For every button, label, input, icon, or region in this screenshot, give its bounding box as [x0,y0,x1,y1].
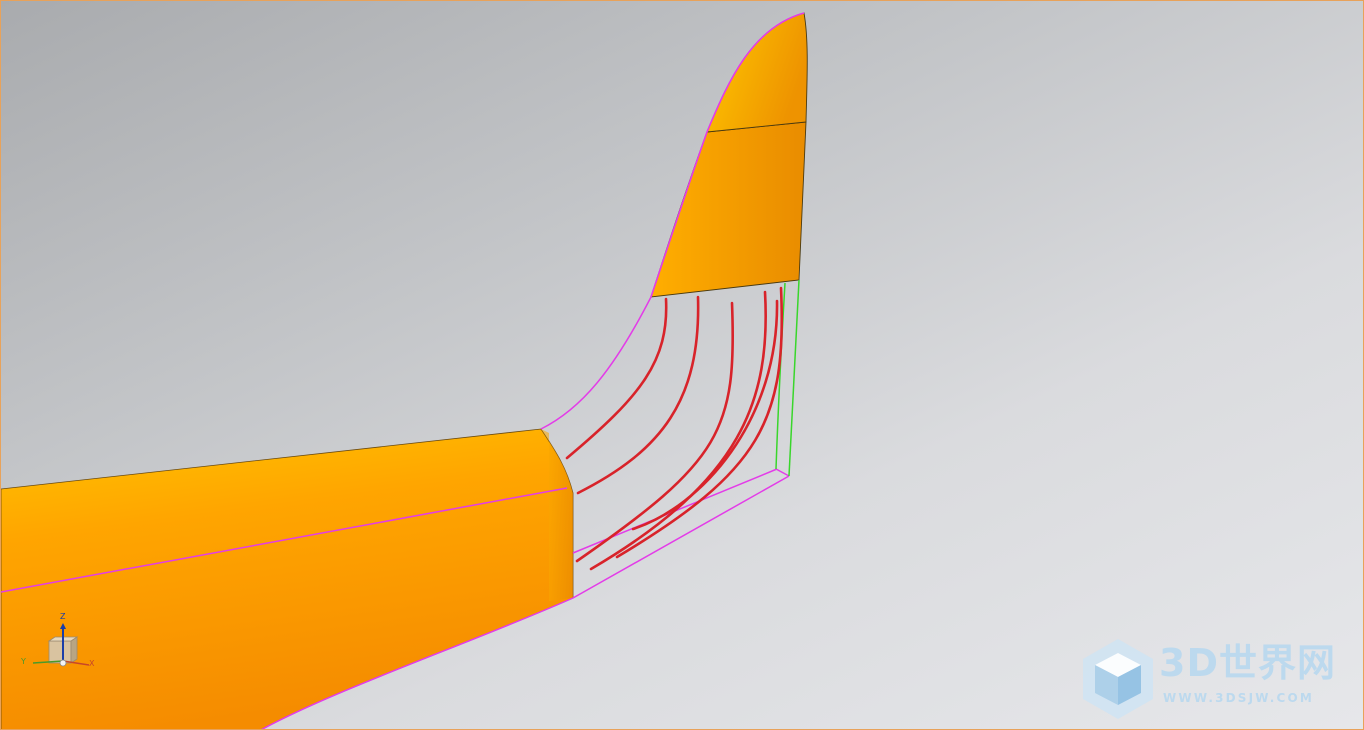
fin-tip-panel[interactable] [706,12,808,133]
guide-line-green-1[interactable] [788,279,800,477]
fuselage-surface[interactable] [1,428,574,730]
section-curve-2[interactable] [576,295,700,495]
section-curve-4[interactable] [589,290,767,571]
triad-z-label: Z [60,612,66,621]
triad-y-label: Y [21,657,26,666]
fin-lower-panel[interactable] [650,121,807,298]
section-curve-3[interactable] [575,301,735,563]
cad-model-scene[interactable] [1,1,1364,730]
graphics-viewport[interactable]: Z X Y 3D世界网 WWW.3DSJW.COM [0,0,1364,730]
blend-boundary-lower[interactable] [572,475,790,599]
site-watermark: 3D世界网 WWW.3DSJW.COM [1079,635,1349,721]
cube-logo-icon [1083,639,1153,719]
triad-x-label: X [89,659,95,668]
watermark-title: 3D世界网 [1159,641,1336,685]
section-curve-1[interactable] [565,297,668,460]
section-curve-5[interactable] [615,286,784,559]
section-curves[interactable] [565,286,784,571]
coordinate-triad: Z X Y [19,613,101,675]
watermark-url: WWW.3DSJW.COM [1163,691,1315,705]
blend-boundary-short[interactable] [775,468,790,477]
blend-boundary-upper[interactable] [540,296,652,430]
